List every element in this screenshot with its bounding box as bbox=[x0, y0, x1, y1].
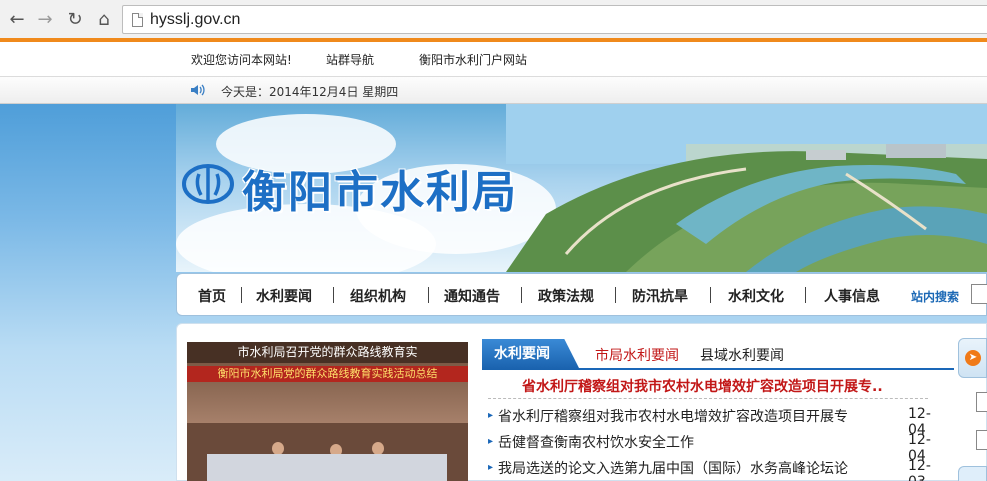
nav-separator bbox=[710, 287, 711, 303]
site-banner: 衡阳市水利局 bbox=[176, 104, 987, 272]
nav-item-notices[interactable]: 通知通告 bbox=[444, 286, 500, 306]
news-panel: 水利要闻 市局水利要闻 县域水利要闻 省水利厅稽察组对我市农村水电增效扩容改造项… bbox=[482, 336, 954, 481]
nav-item-organization[interactable]: 组织机构 bbox=[350, 286, 406, 306]
site-search-input[interactable] bbox=[971, 284, 987, 304]
headline-link[interactable]: 省水利厅稽察组对我市农村水电增效扩容改造项目开展专.. bbox=[522, 376, 883, 396]
date-bar: 今天是：2014年12月4日 星期四 bbox=[0, 77, 987, 104]
bullet-arrow-icon: ▸ bbox=[488, 462, 494, 473]
nav-item-flood-control[interactable]: 防汛抗旱 bbox=[632, 286, 688, 306]
nav-separator bbox=[428, 287, 429, 303]
news-photo[interactable]: 市水利局召开党的群众路线教育实 衡阳市水利局党的群众路线教育实践活动总结 bbox=[187, 342, 468, 481]
portal-link[interactable]: 衡阳市水利门户网站 bbox=[419, 51, 527, 68]
nav-item-culture[interactable]: 水利文化 bbox=[728, 286, 784, 306]
site-nav-link[interactable]: 站群导航 bbox=[326, 51, 374, 68]
site-title: 衡阳市水利局 bbox=[242, 167, 518, 218]
top-link-bar: 欢迎您访问本网站! 站群导航 衡阳市水利门户网站 bbox=[0, 42, 987, 77]
side-widget[interactable]: ➤ bbox=[958, 338, 987, 378]
main-nav: 首页 水利要闻 组织机构 通知通告 政策法规 防汛抗旱 水利文化 人事信息 站内… bbox=[176, 273, 987, 316]
bullet-arrow-icon: ▸ bbox=[488, 436, 494, 447]
photo-caption[interactable]: 市水利局召开党的群众路线教育实 bbox=[187, 342, 468, 363]
divider bbox=[488, 398, 928, 399]
bullet-arrow-icon: ▸ bbox=[488, 410, 494, 421]
tab-city-news[interactable]: 市局水利要闻 bbox=[595, 345, 679, 365]
list-item[interactable]: ▸ 省水利厅稽察组对我市农村水电增效扩容改造项目开展专 12-04 bbox=[488, 406, 948, 438]
welcome-text: 欢迎您访问本网站! bbox=[191, 53, 292, 67]
nav-separator bbox=[521, 287, 522, 303]
nav-separator bbox=[241, 287, 242, 303]
tab-county-news[interactable]: 县域水利要闻 bbox=[700, 345, 784, 365]
forward-arrow-icon[interactable]: → bbox=[34, 9, 56, 31]
nav-separator bbox=[805, 287, 806, 303]
home-icon[interactable]: ⌂ bbox=[93, 9, 115, 31]
side-widget[interactable] bbox=[958, 466, 987, 481]
page-icon bbox=[132, 13, 143, 27]
site-search-label: 站内搜索 bbox=[911, 290, 960, 304]
news-section-title: 水利要闻 bbox=[482, 339, 580, 370]
news-title[interactable]: 岳健督查衡南农村饮水安全工作 bbox=[498, 432, 694, 452]
list-item[interactable]: ▸ 岳健督查衡南农村饮水安全工作 12-04 bbox=[488, 432, 948, 464]
browser-toolbar: ← → ↻ ⌂ hysslj.gov.cn bbox=[0, 0, 987, 40]
photo-banner-text: 衡阳市水利局党的群众路线教育实践活动总结 bbox=[187, 366, 468, 382]
nav-item-policy[interactable]: 政策法规 bbox=[538, 286, 594, 306]
side-checkbox[interactable] bbox=[976, 392, 987, 412]
nav-item-personnel[interactable]: 人事信息 bbox=[824, 286, 880, 306]
address-bar[interactable]: hysslj.gov.cn bbox=[122, 5, 987, 34]
speaker-icon bbox=[191, 84, 205, 96]
nav-separator bbox=[333, 287, 334, 303]
date-text: 今天是：2014年12月4日 星期四 bbox=[221, 85, 399, 99]
nav-separator bbox=[615, 287, 616, 303]
news-title[interactable]: 省水利厅稽察组对我市农村水电增效扩容改造项目开展专 bbox=[498, 406, 848, 426]
back-arrow-icon[interactable]: ← bbox=[6, 9, 28, 31]
logo-icon bbox=[182, 164, 234, 204]
side-checkbox[interactable] bbox=[976, 430, 987, 450]
river-landscape-image bbox=[506, 104, 987, 272]
url-text[interactable]: hysslj.gov.cn bbox=[150, 11, 240, 29]
arrow-right-icon: ➤ bbox=[965, 350, 981, 366]
nav-item-home[interactable]: 首页 bbox=[198, 286, 226, 306]
news-title[interactable]: 我局选送的论文入选第九届中国（国际）水务高峰论坛论 bbox=[498, 458, 848, 478]
list-item[interactable]: ▸ 我局选送的论文入选第九届中国（国际）水务高峰论坛论 12-03 bbox=[488, 458, 948, 481]
news-tabs: 水利要闻 市局水利要闻 县域水利要闻 bbox=[482, 336, 954, 370]
news-date: 12-03 bbox=[908, 458, 931, 481]
nav-item-news[interactable]: 水利要闻 bbox=[256, 286, 312, 306]
reload-icon[interactable]: ↻ bbox=[64, 9, 86, 31]
